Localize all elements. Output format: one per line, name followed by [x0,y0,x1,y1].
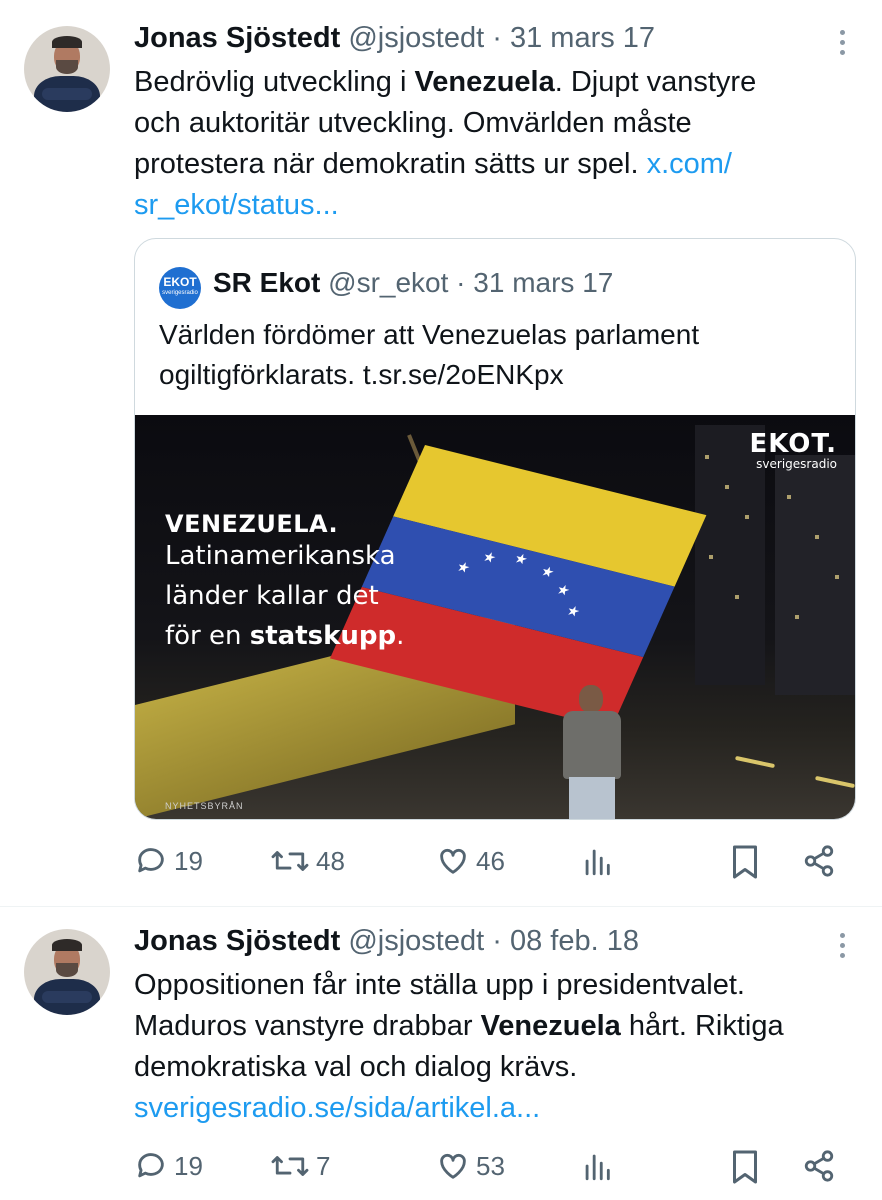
tweet-header: Jonas Sjöstedt @jsjostedt · 31 mars 17 [134,22,655,55]
reply-count: 19 [174,845,203,876]
logo-text: EKOT. [749,429,837,459]
quote-avatar-sub: sverigesradio [162,290,198,296]
retweet-button[interactable]: 48 [270,844,345,878]
quote-header: SR Ekot @sr_ekot · 31 mars 17 [213,267,613,299]
text-bold: statskupp [249,621,397,651]
reply-count: 19 [174,1150,203,1181]
tweet[interactable]: Jonas Sjöstedt @jsjostedt · 31 mars 17 B… [0,0,882,905]
tweet-date[interactable]: 08 feb. 18 [510,925,639,957]
share-button[interactable] [802,844,836,878]
author-name[interactable]: Jonas Sjöstedt [134,925,340,957]
action-bar: 19 48 46 [134,844,844,884]
action-bar: 19 7 53 [134,1149,844,1189]
logo-sub: sverigesradio [756,457,837,471]
quote-avatar-text: EKOT [163,275,197,289]
text-segment: Bedrövlig utveckling i [134,66,415,98]
retweet-icon [271,851,309,871]
retweet-button[interactable]: 7 [270,1149,330,1183]
share-icon [804,845,834,877]
bookmark-icon [733,845,757,879]
heart-icon [440,1153,466,1179]
text-segment: protestera när demokratin sätts ur spel. [134,148,647,180]
text-bold: Venezuela [414,66,555,98]
views-button[interactable] [582,1149,612,1183]
text-segment: hårt. Riktiga [620,1010,784,1042]
views-button[interactable] [582,844,612,878]
image-line: länder kallar det [165,581,379,611]
quoted-tweet[interactable]: EKOT sverigesradio SR Ekot @sr_ekot · 31… [134,238,856,820]
quote-author-name[interactable]: SR Ekot [213,267,320,298]
views-icon [585,1154,610,1181]
bookmark-icon [733,1150,757,1184]
person-figure [555,685,629,819]
text-segment: . Djupt vanstyre [554,66,757,98]
tweet[interactable]: Jonas Sjöstedt @jsjostedt · 08 feb. 18 O… [0,907,882,1200]
retweet-count: 48 [316,845,345,876]
share-icon [804,1150,834,1182]
text-segment: . [396,621,405,651]
like-count: 53 [476,1150,505,1181]
quote-date[interactable]: 31 mars 17 [473,267,613,298]
quote-author-handle[interactable]: @sr_ekot [328,267,448,298]
text-segment: Världen fördömer att Venezuelas parlamen… [159,319,700,350]
like-button[interactable]: 53 [436,1149,505,1183]
share-button[interactable] [802,1149,836,1183]
author-name[interactable]: Jonas Sjöstedt [134,22,340,54]
heart-icon [440,848,466,874]
reply-button[interactable]: 19 [134,1149,203,1183]
image-credit: NYHETSBYRÅN [165,801,244,811]
tweet-link[interactable]: x.com/ [647,148,732,180]
text-segment: och auktoritär utveckling. Omvärlden mås… [134,107,692,139]
quote-text: Världen fördömer att Venezuelas parlamen… [159,315,839,395]
tweet-header: Jonas Sjöstedt @jsjostedt · 08 feb. 18 [134,925,639,958]
text-bold: Venezuela [480,1010,621,1042]
image-line: Latinamerikanska [165,541,396,571]
more-icon[interactable] [838,30,846,58]
quote-avatar[interactable]: EKOT sverigesradio [159,267,201,309]
separator: · [456,267,466,298]
avatar[interactable] [24,929,110,1015]
reply-button[interactable]: 19 [134,844,203,878]
author-handle[interactable]: @jsjostedt [348,925,484,957]
text-segment: Oppositionen får inte ställa upp i presi… [134,969,745,1001]
quote-image[interactable]: ★ ★ ★ ★ ★ ★ VENEZUELA. Latinamerikanska … [135,415,855,819]
ekot-logo: EKOT. sverigesradio [749,429,837,471]
separator: · [492,22,502,54]
tweet-link[interactable]: sr_ekot/status... [134,189,339,221]
bookmark-button[interactable] [730,1149,760,1185]
text-segment: demokratiska val och dialog krävs. [134,1051,578,1083]
avatar[interactable] [24,26,110,112]
retweet-count: 7 [316,1150,331,1181]
image-line: för en statskupp. [165,621,404,651]
retweet-icon [271,1156,309,1176]
author-handle[interactable]: @jsjostedt [348,22,484,54]
image-heading: VENEZUELA. [165,510,339,538]
views-icon [585,849,610,876]
tweet-text: Bedrövlig utveckling i Venezuela. Djupt … [134,62,834,226]
separator: · [492,925,502,957]
bookmark-button[interactable] [730,844,760,880]
more-icon[interactable] [838,933,846,961]
tweet-text: Oppositionen får inte ställa upp i presi… [134,965,834,1129]
tweet-date[interactable]: 31 mars 17 [510,22,655,54]
text-segment: ogiltigförklarats. t.sr.se/2oENKpx [159,359,564,390]
text-segment: Maduros vanstyre drabbar [134,1010,481,1042]
like-count: 46 [476,845,505,876]
reply-icon [138,848,164,873]
text-segment: för en [165,621,250,651]
reply-icon [138,1153,164,1178]
tweet-link[interactable]: sverigesradio.se/sida/artikel.a... [134,1092,540,1124]
like-button[interactable]: 46 [436,844,505,878]
